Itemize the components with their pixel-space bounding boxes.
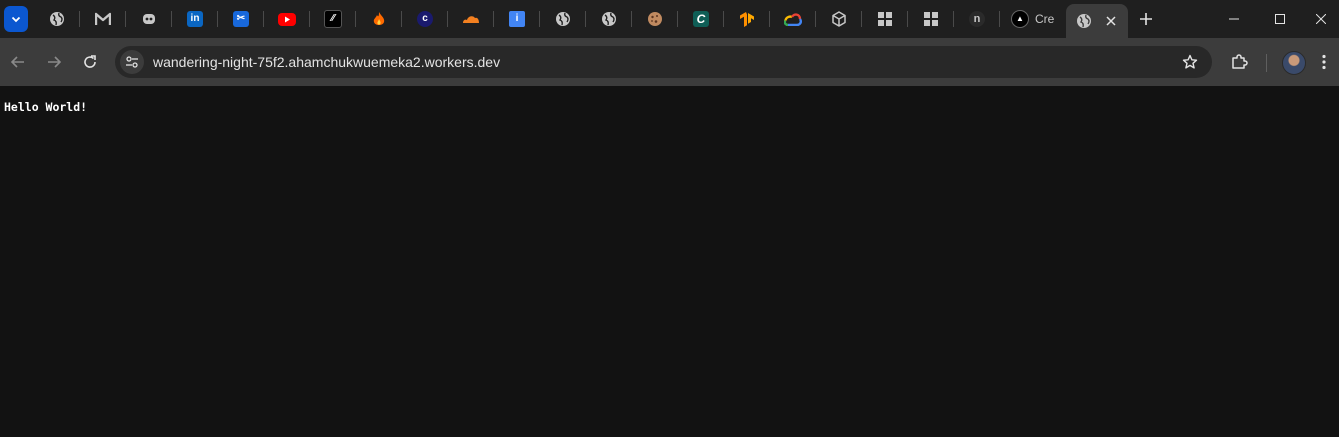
extensions-button[interactable] [1225, 48, 1253, 76]
new-tab-button[interactable] [1136, 9, 1156, 29]
tab-fire[interactable] [356, 6, 402, 32]
toolbar-separator [1266, 54, 1267, 72]
tab-triangle-logo[interactable]: ▲ Cre [1000, 6, 1064, 32]
tab-n-logo[interactable]: n [954, 6, 1000, 32]
tab-bot[interactable] [126, 6, 172, 32]
c-logo-icon: c [417, 11, 433, 27]
tab-tensorflow[interactable] [724, 6, 770, 32]
google-cloud-icon [784, 12, 802, 26]
profile-avatar[interactable] [1282, 51, 1306, 75]
n-logo-icon: n [969, 11, 985, 27]
tab-c-logo[interactable]: c [402, 6, 448, 32]
url-text[interactable]: wandering-night-75f2.ahamchukwuemeka2.wo… [153, 54, 500, 70]
tab-active[interactable] [1066, 4, 1128, 38]
tab-strip: in ✂ ⁄⁄ c i C n ▲ Cre [0, 0, 1339, 38]
maximize-icon [1275, 14, 1285, 24]
tab-globe-3[interactable] [586, 6, 632, 32]
plus-icon [1140, 13, 1152, 25]
info-icon: i [509, 11, 525, 27]
globe-icon [50, 12, 64, 26]
tab-close-button[interactable] [1102, 12, 1120, 30]
page-text: Hello World! [4, 100, 88, 114]
globe-icon [1077, 14, 1091, 28]
page-content: Hello World! [0, 86, 1339, 437]
close-icon [1106, 16, 1116, 26]
tab-grid-1[interactable] [862, 6, 908, 32]
puzzle-icon [1232, 54, 1248, 69]
reload-button[interactable] [76, 48, 104, 76]
slash-app-icon: ⁄⁄ [324, 10, 342, 28]
confluence-icon: ✂ [233, 11, 249, 27]
tab-title: Cre [1035, 12, 1055, 26]
tab-cloudflare[interactable] [448, 6, 494, 32]
minimize-icon [1229, 18, 1239, 20]
cloudflare-icon [463, 16, 479, 23]
tab-info[interactable]: i [494, 6, 540, 32]
close-window-button[interactable] [1303, 0, 1339, 38]
globe-icon [602, 12, 616, 26]
tab-confluence[interactable]: ✂ [218, 6, 264, 32]
cookie-icon [648, 12, 662, 26]
box-icon [832, 11, 846, 27]
tab-google-cloud[interactable] [770, 6, 816, 32]
maximize-button[interactable] [1257, 0, 1303, 38]
fire-icon [373, 12, 385, 25]
menu-button[interactable] [1314, 48, 1334, 76]
linkedin-icon: in [187, 11, 203, 27]
tab-c-teal[interactable]: C [678, 6, 724, 32]
arrow-right-icon [48, 56, 62, 68]
back-button[interactable] [4, 48, 32, 76]
reload-icon [84, 55, 96, 68]
youtube-icon [278, 12, 296, 26]
globe-icon [556, 12, 570, 26]
tensorflow-icon [740, 11, 754, 27]
tab-grid-2[interactable] [908, 6, 954, 32]
tab-gmail[interactable] [80, 6, 126, 32]
more-vert-icon [1322, 54, 1326, 70]
forward-button[interactable] [40, 48, 68, 76]
bot-icon [143, 14, 155, 24]
grid-icon [878, 12, 892, 26]
triangle-logo-icon: ▲ [1011, 10, 1029, 28]
grid-icon [924, 12, 938, 26]
star-icon [1182, 54, 1198, 69]
tab-globe-1[interactable] [34, 6, 80, 32]
chevron-down-icon [11, 16, 21, 23]
minimize-button[interactable] [1211, 0, 1257, 38]
arrow-left-icon [10, 56, 24, 68]
tab-linkedin[interactable]: in [172, 6, 218, 32]
tab-slash-app[interactable]: ⁄⁄ [310, 6, 356, 32]
tune-icon [126, 56, 138, 68]
tab-cookie[interactable] [632, 6, 678, 32]
browser-toolbar: wandering-night-75f2.ahamchukwuemeka2.wo… [0, 38, 1339, 86]
gmail-icon [95, 12, 111, 25]
close-icon [1316, 14, 1326, 24]
tab-youtube[interactable] [264, 6, 310, 32]
site-info-button[interactable] [120, 50, 144, 74]
address-bar[interactable]: wandering-night-75f2.ahamchukwuemeka2.wo… [115, 46, 1212, 78]
tab-search-button[interactable] [4, 6, 28, 32]
c-teal-icon: C [693, 11, 709, 27]
tab-globe-2[interactable] [540, 6, 586, 32]
bookmark-star-button[interactable] [1180, 52, 1200, 72]
tab-box[interactable] [816, 6, 862, 32]
